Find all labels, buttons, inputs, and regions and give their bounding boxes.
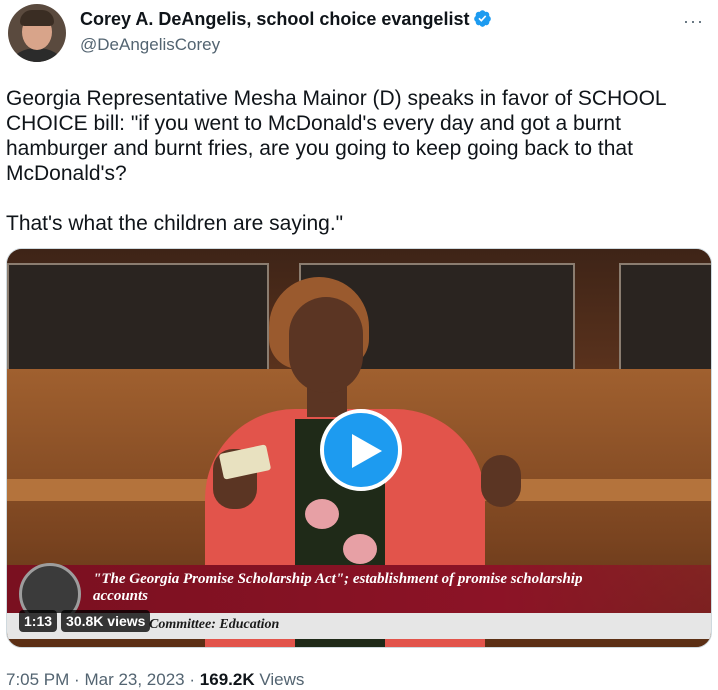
- video-lower-third: "The Georgia Promise Scholarship Act"; e…: [7, 563, 711, 625]
- views-count[interactable]: 169.2K: [200, 670, 255, 689]
- views-label: Views: [259, 670, 305, 689]
- committee-label: Committee: Education: [149, 617, 280, 632]
- tweet-time[interactable]: 7:05 PM: [6, 670, 69, 689]
- video-views: 30.8K views: [61, 610, 151, 632]
- video-player[interactable]: "The Georgia Promise Scholarship Act"; e…: [6, 248, 712, 648]
- tweet-paragraph: That's what the children are saying.": [6, 212, 344, 235]
- meta-separator: ·: [189, 670, 196, 689]
- video-duration: 1:13: [19, 610, 58, 632]
- display-name[interactable]: Corey A. DeAngelis, school choice evange…: [80, 9, 492, 30]
- tweet-date[interactable]: Mar 23, 2023: [84, 670, 184, 689]
- tweet-text: Georgia Representative Mesha Mainor (D) …: [6, 86, 706, 236]
- author-handle[interactable]: @DeAngelisCorey: [80, 35, 220, 55]
- display-name-text[interactable]: Corey A. DeAngelis, school choice evange…: [80, 9, 469, 29]
- avatar[interactable]: [8, 4, 66, 62]
- tweet-meta: 7:05 PM · Mar 23, 2023 · 169.2K Views: [6, 670, 304, 690]
- play-icon[interactable]: [320, 409, 402, 491]
- tweet-header: Corey A. DeAngelis, school choice evange…: [8, 4, 710, 64]
- video-badges: 1:13 30.8K views: [19, 610, 154, 632]
- verified-badge-icon: [474, 10, 492, 27]
- meta-separator: ·: [74, 670, 80, 689]
- tweet-paragraph: Georgia Representative Mesha Mainor (D) …: [6, 87, 666, 185]
- more-options-icon[interactable]: ···: [683, 11, 704, 32]
- video-caption: "The Georgia Promise Scholarship Act"; e…: [93, 571, 583, 604]
